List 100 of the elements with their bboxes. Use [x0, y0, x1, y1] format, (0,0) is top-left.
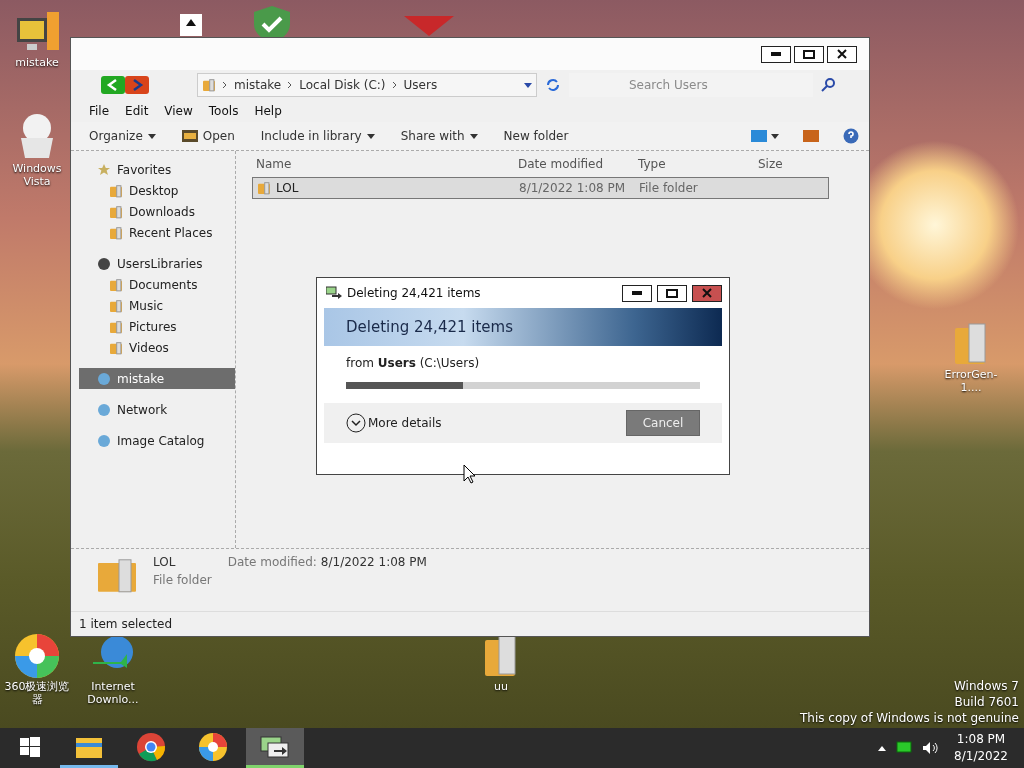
folder-icon — [109, 340, 123, 355]
nav-item[interactable]: Desktop — [79, 180, 235, 201]
breadcrumb-item[interactable]: Users — [403, 78, 438, 92]
clock[interactable]: 1:08 PM 8/1/2022 — [948, 731, 1014, 765]
date-cell-text: 8/1/2022 1:08 PM — [519, 181, 627, 195]
nav-item[interactable]: Favorites — [79, 159, 235, 180]
back-icon — [101, 76, 125, 94]
close-button[interactable] — [692, 284, 722, 302]
refresh-icon — [545, 77, 561, 93]
close-icon — [837, 49, 847, 59]
caret-icon — [366, 133, 375, 139]
menu-item[interactable]: File — [81, 104, 118, 118]
copy-progress-icon — [260, 733, 290, 760]
desktop-icon-label[interactable]: Windows Vista — [4, 162, 70, 188]
menu-item[interactable]: View — [156, 104, 201, 118]
status-bar: 1 item selected — [71, 611, 869, 636]
folder-icon — [257, 181, 271, 195]
more-details-button[interactable]: More details — [346, 413, 442, 433]
close-icon — [702, 288, 712, 298]
help-icon — [843, 128, 859, 144]
star-icon — [97, 162, 111, 177]
caret-icon — [771, 133, 779, 139]
dialog-heading: Deleting 24,421 items — [324, 308, 722, 346]
copy-progress-icon — [326, 286, 342, 300]
monitor-icon — [896, 741, 913, 755]
folder-icon — [109, 183, 123, 198]
column-header[interactable]: Name — [256, 157, 518, 171]
breadcrumb-item[interactable]: mistake — [234, 78, 282, 92]
folder-icon — [109, 298, 123, 313]
menu-item[interactable]: Tools — [200, 104, 247, 118]
chrome-icon — [136, 731, 166, 762]
chevron-down-icon — [346, 413, 366, 433]
preview-pane-icon — [803, 130, 819, 142]
column-header[interactable]: Size — [758, 157, 818, 171]
menu-item[interactable]: Edit — [117, 104, 157, 118]
folder-icon — [109, 204, 123, 219]
colorful-circle-icon — [13, 632, 61, 680]
windows-logo-icon — [20, 736, 40, 757]
folder-icon — [109, 225, 123, 240]
file-name-cell: LOL — [257, 181, 519, 195]
dialog-title: Deleting 24,421 items — [347, 286, 482, 300]
folder-icon — [109, 319, 123, 334]
folder-icon — [202, 78, 216, 92]
selected-item-type: File folder — [153, 573, 212, 587]
address-bar[interactable]: mistake Local Disk (C:) Users — [197, 73, 537, 97]
caret-icon — [524, 82, 532, 88]
minimize-button[interactable] — [622, 284, 652, 302]
taskbar-app[interactable] — [246, 728, 304, 768]
nav-item[interactable]: Downloads — [79, 201, 235, 222]
minimize-icon — [771, 52, 781, 56]
open-icon — [181, 130, 198, 142]
folder-icon — [109, 277, 123, 292]
maximize-button[interactable] — [794, 45, 824, 63]
caret-up-icon — [878, 745, 887, 751]
column-header[interactable]: Date modified — [518, 157, 638, 171]
minimize-icon — [632, 291, 642, 295]
search-icon — [821, 78, 835, 92]
column-header[interactable]: Type — [638, 157, 758, 171]
cancel-button[interactable]: Cancel — [626, 410, 700, 436]
nav-item[interactable]: mistake — [79, 368, 235, 389]
nav-item[interactable]: Image Catalog — [79, 430, 235, 451]
date-modified-label: Date modified: — [227, 555, 317, 569]
nav-item[interactable]: UsersLibraries — [79, 253, 235, 274]
toolbar-button[interactable]: Open — [173, 129, 243, 143]
colorful-circle-icon — [198, 731, 228, 762]
breadcrumb-item[interactable]: Local Disk (C:) — [299, 78, 386, 92]
type-cell-text: File folder — [639, 181, 699, 195]
date-modified-value: 8/1/2022 1:08 PM — [320, 555, 427, 569]
nav-item[interactable]: Network — [79, 399, 235, 420]
minimize-button[interactable] — [761, 45, 791, 63]
caret-icon — [469, 133, 478, 139]
maximize-icon — [803, 49, 815, 59]
maximize-icon — [666, 288, 678, 298]
chevron-icon — [391, 81, 398, 89]
toolbar-button[interactable]: New folder — [495, 129, 577, 143]
genuine-notice-line: This copy of Windows is not genuine — [800, 710, 1019, 726]
file-row[interactable]: LOL 8/1/2022 1:08 PM File folder — [252, 177, 829, 199]
desktop-icon-label[interactable]: uu — [494, 680, 508, 693]
nav-item[interactable]: Music — [79, 295, 235, 316]
forward-icon — [125, 76, 149, 94]
toolbar-button[interactable]: Include in library — [252, 129, 383, 143]
source-text: from Users (C:\Users) — [345, 355, 481, 372]
genuine-notice-line: Build 7601 — [954, 694, 1019, 710]
menu-item[interactable]: Help — [246, 104, 290, 118]
nav-item[interactable]: Videos — [79, 337, 235, 358]
nav-item[interactable]: Documents — [79, 274, 235, 295]
close-button[interactable] — [827, 45, 857, 63]
nav-item[interactable]: Pictures — [79, 316, 235, 337]
genuine-notice-line: Windows 7 — [954, 678, 1019, 694]
maximize-button[interactable] — [657, 284, 687, 302]
toolbar-button[interactable]: Share with — [392, 129, 486, 143]
selected-item-name: LOL — [153, 555, 177, 569]
desktop-icon-label[interactable]: mistake — [15, 56, 59, 69]
view-icon — [751, 130, 767, 142]
desktop-icon-label[interactable]: Internet Downlo... — [80, 680, 146, 706]
nav-item[interactable]: Recent Places — [79, 222, 235, 243]
toolbar-button[interactable]: Organize — [81, 129, 164, 143]
clock-date: 8/1/2022 — [954, 748, 1008, 765]
desktop-icon-label[interactable]: 360极速浏览器 — [4, 680, 70, 706]
chevron-icon — [287, 81, 294, 89]
